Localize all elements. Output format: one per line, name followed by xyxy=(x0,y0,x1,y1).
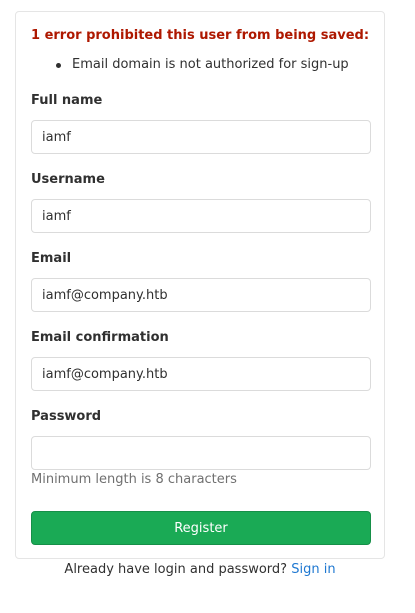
error-item: Email domain is not authorized for sign-… xyxy=(54,57,349,72)
password-field[interactable] xyxy=(31,436,371,470)
password-hint: Minimum length is 8 characters xyxy=(31,472,237,487)
signin-prompt: Already have login and password? Sign in xyxy=(0,562,400,577)
password-label: Password xyxy=(31,409,102,424)
error-list: Email domain is not authorized for sign-… xyxy=(54,57,349,72)
register-button[interactable]: Register xyxy=(31,511,371,545)
full-name-label: Full name xyxy=(31,93,103,108)
email-label: Email xyxy=(31,251,72,266)
username-label: Username xyxy=(31,172,105,187)
sign-in-link[interactable]: Sign in xyxy=(291,562,335,577)
email-confirmation-field[interactable] xyxy=(31,357,371,391)
email-field[interactable] xyxy=(31,278,371,312)
signup-form-card: 1 error prohibited this user from being … xyxy=(15,11,385,559)
username-field[interactable] xyxy=(31,199,371,233)
full-name-field[interactable] xyxy=(31,120,371,154)
error-title: 1 error prohibited this user from being … xyxy=(31,28,370,43)
signin-prompt-text: Already have login and password? xyxy=(64,562,288,577)
email-confirmation-label: Email confirmation xyxy=(31,330,169,345)
